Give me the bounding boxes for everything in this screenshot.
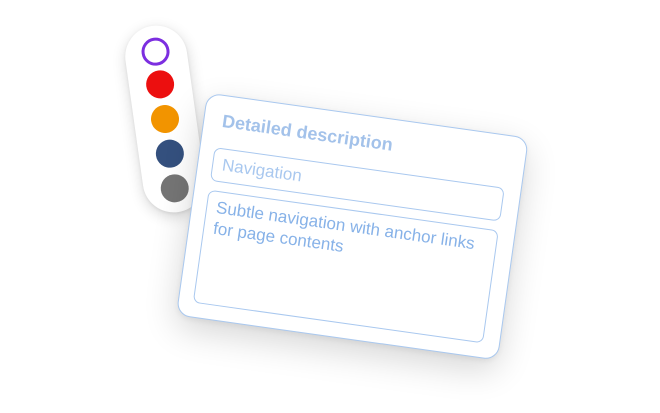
color-swatch-purple-selected[interactable] — [139, 35, 172, 68]
color-swatch-gray[interactable] — [158, 172, 191, 205]
description-card: Detailed description Navigation Subtle n… — [175, 92, 530, 361]
canvas: Detailed description Navigation Subtle n… — [0, 0, 660, 413]
color-swatch-red[interactable] — [144, 68, 176, 101]
color-swatch-orange[interactable] — [149, 103, 181, 135]
color-swatch-navy[interactable] — [154, 137, 186, 170]
card-title: Detailed description — [220, 111, 395, 155]
